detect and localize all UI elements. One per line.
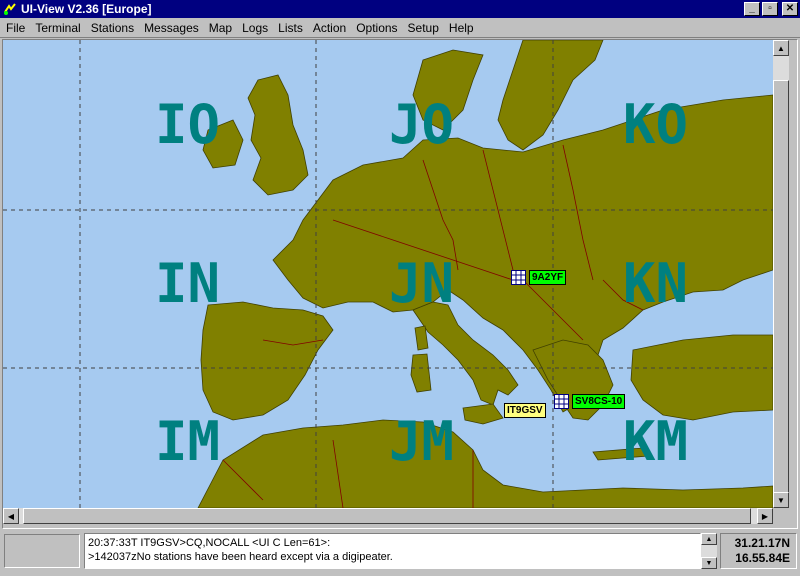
status-bar: 20:37:33T IT9GSV>CQ,NOCALL <UI C Len=61>… bbox=[0, 530, 800, 576]
station-callsign: SV8CS-10 bbox=[572, 394, 626, 409]
grid-label: JN bbox=[389, 252, 455, 315]
menu-bar: File Terminal Stations Messages Map Logs… bbox=[0, 18, 800, 38]
minimize-button[interactable]: _ bbox=[744, 2, 760, 16]
close-button[interactable]: ✕ bbox=[782, 2, 798, 16]
menu-map[interactable]: Map bbox=[204, 21, 237, 35]
menu-setup[interactable]: Setup bbox=[403, 21, 444, 35]
menu-lists[interactable]: Lists bbox=[273, 21, 308, 35]
grid-label: KM bbox=[623, 410, 689, 473]
position-readout: 31.21.17N 16.55.84E bbox=[720, 533, 797, 569]
scroll-down-button[interactable]: ▼ bbox=[773, 492, 789, 508]
grid-label: IO bbox=[155, 93, 221, 156]
monitor-window[interactable]: 20:37:33T IT9GSV>CQ,NOCALL <UI C Len=61>… bbox=[84, 533, 701, 569]
menu-messages[interactable]: Messages bbox=[139, 21, 204, 35]
menu-terminal[interactable]: Terminal bbox=[30, 21, 85, 35]
monitor-line: 20:37:33T IT9GSV>CQ,NOCALL <UI C Len=61>… bbox=[88, 537, 331, 549]
monitor-line: >142037zNo stations have been heard exce… bbox=[88, 551, 393, 563]
menu-logs[interactable]: Logs bbox=[237, 21, 273, 35]
grid-label: KN bbox=[623, 252, 689, 315]
station-marker[interactable]: 9A2YF bbox=[511, 270, 567, 285]
station-marker[interactable]: IT9GSV bbox=[504, 403, 546, 418]
grid-label: IN bbox=[155, 252, 221, 315]
window-title: UI-View V2.36 [Europe] bbox=[21, 2, 152, 16]
scroll-left-button[interactable]: ◀ bbox=[3, 508, 19, 524]
grid-label: IM bbox=[155, 410, 221, 473]
map-view[interactable]: IO JO KO IN JN KN IM JM KM 9A2YF SV8CS-1… bbox=[3, 40, 773, 508]
menu-file[interactable]: File bbox=[1, 21, 30, 35]
longitude-text: 16.55.84E bbox=[735, 551, 790, 565]
station-callsign: 9A2YF bbox=[529, 270, 567, 285]
scroll-down-button[interactable]: ▼ bbox=[701, 557, 717, 569]
scroll-thumb[interactable] bbox=[23, 508, 751, 524]
station-marker[interactable]: SV8CS-10 bbox=[554, 394, 626, 409]
latitude-text: 31.21.17N bbox=[734, 536, 790, 550]
scroll-thumb[interactable] bbox=[773, 80, 789, 500]
menu-help[interactable]: Help bbox=[444, 21, 479, 35]
station-callsign: IT9GSV bbox=[504, 403, 546, 418]
grid-icon bbox=[511, 270, 526, 285]
app-icon[interactable] bbox=[2, 1, 18, 17]
scroll-up-button[interactable]: ▲ bbox=[701, 533, 717, 545]
map-vertical-scrollbar[interactable]: ▲ ▼ bbox=[773, 40, 789, 508]
grid-label: JO bbox=[389, 93, 455, 156]
status-indicator bbox=[4, 534, 80, 568]
grid-label: KO bbox=[623, 93, 689, 156]
scroll-right-button[interactable]: ▶ bbox=[757, 508, 773, 524]
map-horizontal-scrollbar[interactable]: ◀ ▶ bbox=[3, 508, 773, 524]
grid-label: JM bbox=[389, 410, 455, 473]
monitor-scrollbar[interactable]: ▲ ▼ bbox=[701, 533, 717, 569]
menu-action[interactable]: Action bbox=[308, 21, 351, 35]
title-bar: UI-View V2.36 [Europe] _ ▫ ✕ bbox=[0, 0, 800, 18]
menu-options[interactable]: Options bbox=[351, 21, 402, 35]
maximize-button[interactable]: ▫ bbox=[762, 2, 778, 16]
menu-stations[interactable]: Stations bbox=[86, 21, 139, 35]
scroll-up-button[interactable]: ▲ bbox=[773, 40, 789, 56]
grid-icon bbox=[554, 394, 569, 409]
